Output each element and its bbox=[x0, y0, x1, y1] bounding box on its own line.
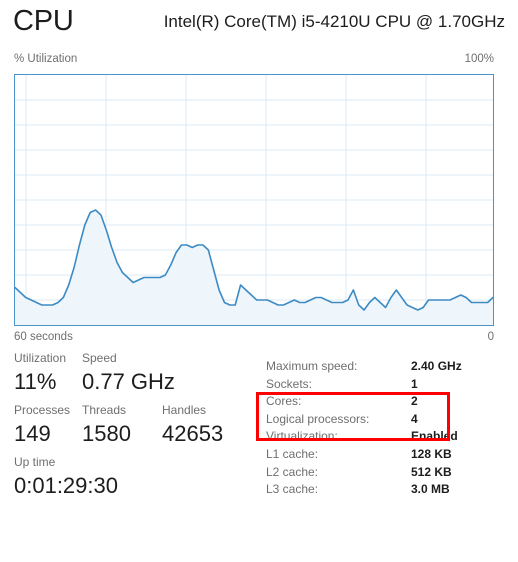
chart-x-axis-end-label: 0 bbox=[487, 331, 494, 343]
chart-y-axis-max-label: 100% bbox=[464, 53, 494, 65]
stat-processes-value: 149 bbox=[14, 421, 51, 446]
stat-uptime: Up time 0:01:29:30 bbox=[14, 454, 118, 501]
cpu-graph-svg bbox=[15, 75, 493, 325]
spec-row: Logical processors: 4 bbox=[266, 411, 502, 429]
stat-processes-label: Processes bbox=[14, 403, 71, 417]
cpu-stats-panel: Utilization 11% Speed 0.77 GHz Processes… bbox=[14, 350, 254, 506]
stat-handles-label: Handles bbox=[162, 403, 207, 417]
spec-label: Cores: bbox=[266, 394, 302, 409]
page-title: CPU bbox=[13, 5, 74, 37]
spec-row: Virtualization: Enabled bbox=[266, 428, 502, 446]
stat-utilization-label: Utilization bbox=[14, 351, 67, 365]
stat-speed-label: Speed bbox=[82, 351, 117, 365]
spec-row: L2 cache: 512 KB bbox=[266, 464, 502, 482]
spec-row: Cores: 2 bbox=[266, 393, 502, 411]
cpu-model-name: Intel(R) Core(TM) i5-4210U CPU @ 1.70GHz bbox=[163, 12, 505, 31]
spec-value: 1 bbox=[411, 376, 418, 391]
cpu-header: CPU Intel(R) Core(TM) i5-4210U CPU @ 1.7… bbox=[13, 4, 505, 42]
chart-y-axis-label: % Utilization bbox=[14, 53, 78, 65]
spec-row: Maximum speed: 2.40 GHz bbox=[266, 358, 502, 376]
spec-row: Sockets: 1 bbox=[266, 376, 502, 394]
stat-threads-value: 1580 bbox=[82, 421, 131, 446]
stats-row-uptime: Up time 0:01:29:30 bbox=[14, 454, 254, 506]
spec-label: Sockets: bbox=[266, 376, 313, 391]
stat-speed: Speed 0.77 GHz bbox=[82, 350, 175, 397]
stats-row-counts: Processes 149 Threads 1580 Handles 42653 bbox=[14, 402, 254, 454]
stat-utilization-value: 11% bbox=[14, 369, 57, 394]
spec-value: 3.0 MB bbox=[411, 482, 450, 497]
spec-row: L1 cache: 128 KB bbox=[266, 446, 502, 464]
spec-label: L1 cache: bbox=[266, 446, 319, 461]
spec-value: 2 bbox=[411, 394, 418, 409]
spec-label: Logical processors: bbox=[266, 411, 370, 426]
spec-value: Enabled bbox=[411, 429, 458, 444]
spec-label: Virtualization: bbox=[266, 429, 338, 444]
stat-threads: Threads 1580 bbox=[82, 402, 131, 449]
spec-label: Maximum speed: bbox=[266, 359, 358, 373]
stat-utilization: Utilization 11% bbox=[14, 350, 66, 397]
spec-label: L2 cache: bbox=[266, 464, 319, 479]
spec-value: 4 bbox=[411, 411, 418, 426]
stat-processes: Processes 149 bbox=[14, 402, 70, 449]
stat-speed-value: 0.77 GHz bbox=[82, 369, 175, 394]
spec-label: L3 cache: bbox=[266, 482, 319, 497]
spec-row: L3 cache: 3.0 MB bbox=[266, 481, 502, 499]
cpu-spec-list: Maximum speed: 2.40 GHz Sockets: 1 Cores: 2 Lo… bbox=[266, 358, 502, 499]
stat-uptime-value: 0:01:29:30 bbox=[14, 473, 118, 498]
stats-row-primary: Utilization 11% Speed 0.77 GHz bbox=[14, 350, 254, 402]
stat-handles-value: 42653 bbox=[162, 421, 224, 446]
spec-value: 128 KB bbox=[411, 446, 452, 461]
stat-uptime-label: Up time bbox=[14, 455, 56, 469]
stat-threads-label: Threads bbox=[82, 403, 127, 417]
spec-value: 2.40 GHz bbox=[411, 359, 462, 373]
cpu-utilization-graph[interactable] bbox=[14, 74, 494, 326]
stat-handles: Handles 42653 bbox=[162, 402, 223, 449]
spec-value: 512 KB bbox=[411, 464, 452, 479]
chart-x-axis-start-label: 60 seconds bbox=[14, 331, 73, 343]
